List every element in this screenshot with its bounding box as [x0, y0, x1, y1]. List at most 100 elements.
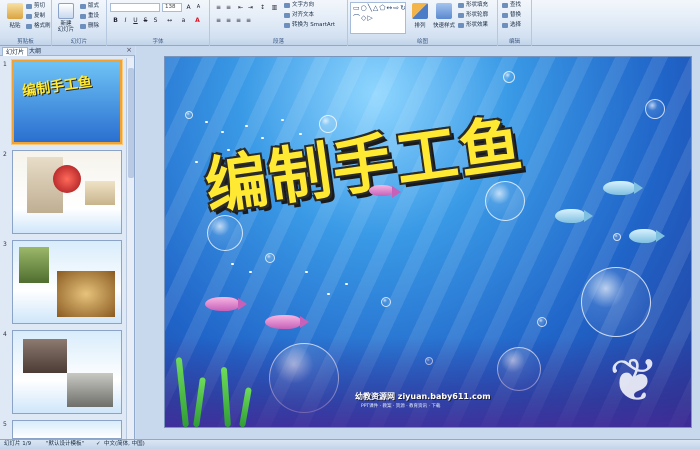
- slide-editor: 编制手工鱼 ❦ 幼教资源网 ziyuan.baby611.com PPT课件 ·…: [136, 46, 700, 439]
- tab-slides[interactable]: 幻灯片: [2, 47, 29, 56]
- slide-thumbnail-2[interactable]: [12, 150, 122, 234]
- thumb-photo: [19, 247, 49, 283]
- slide-thumbnail-3[interactable]: [12, 240, 122, 324]
- format-painter-button[interactable]: 格式刷: [26, 22, 51, 31]
- font-group: 138 A A B I U S S ↔ a A 字体: [107, 0, 210, 46]
- spell-check-icon[interactable]: ✓: [96, 440, 101, 449]
- grow-font-button[interactable]: A: [184, 3, 193, 12]
- close-panel-icon[interactable]: ×: [126, 46, 132, 54]
- bubble: [381, 297, 391, 307]
- justify-button[interactable]: ≡: [244, 16, 253, 25]
- blue-fish: [555, 209, 593, 223]
- blue-fish: [603, 181, 643, 195]
- bubble: [503, 71, 515, 83]
- slides-panel: 幻灯片 大纲 × 1 编制手工鱼 2 3 4 5: [0, 46, 135, 439]
- arrange-button[interactable]: 排列: [410, 3, 430, 33]
- font-name-combo[interactable]: [110, 3, 160, 12]
- line-spacing-button[interactable]: ↕: [258, 3, 267, 12]
- strikethrough-button[interactable]: S: [141, 16, 150, 25]
- text-direction-button[interactable]: 文字方向: [284, 1, 314, 10]
- slide-thumbnail-5[interactable]: [12, 420, 122, 439]
- replace-button[interactable]: 替换: [502, 11, 521, 20]
- slide-number-5: 5: [3, 421, 7, 428]
- group-label-paragraph: 段落: [210, 37, 347, 45]
- coral-icon: ❦: [608, 346, 660, 416]
- convert-smartart-button[interactable]: 转换为 SmartArt: [284, 21, 335, 30]
- bullets-button[interactable]: ≡: [214, 3, 223, 12]
- bubble: [537, 317, 547, 327]
- thumb-photo: [85, 181, 115, 205]
- paste-button[interactable]: 粘贴: [4, 3, 26, 33]
- shape-effects-button[interactable]: 形状效果: [458, 21, 488, 30]
- cut-button[interactable]: 剪切: [26, 2, 45, 11]
- new-slide-button[interactable]: 新建 幻灯片: [56, 3, 76, 33]
- slide-thumbnail-4[interactable]: [12, 330, 122, 414]
- font-color-button[interactable]: A: [193, 16, 202, 25]
- reset-button[interactable]: 重设: [80, 12, 99, 21]
- thumb-photo: [67, 373, 113, 407]
- layout-button[interactable]: 版式: [80, 2, 99, 11]
- character-spacing-button[interactable]: ↔: [165, 16, 174, 25]
- align-center-button[interactable]: ≡: [224, 16, 233, 25]
- small-fish: [231, 263, 234, 265]
- group-label-editing: 编辑: [498, 37, 531, 45]
- font-size-combo[interactable]: 138: [162, 3, 182, 12]
- shape-outline-button[interactable]: 形状轮廓: [458, 11, 488, 20]
- slide-number-3: 3: [3, 241, 7, 248]
- small-fish: [281, 119, 284, 121]
- slides-group: 新建 幻灯片 版式 重设 删除 幻灯片: [52, 0, 107, 46]
- align-right-button[interactable]: ≡: [234, 16, 243, 25]
- watermark: 幼教资源网 ziyuan.baby611.com: [355, 392, 491, 401]
- copy-button[interactable]: 复制: [26, 12, 45, 21]
- group-label-drawing: 绘图: [348, 37, 497, 45]
- theme-name: "默认设计模板": [46, 441, 85, 447]
- select-button[interactable]: 选择: [502, 21, 521, 30]
- slide-canvas[interactable]: 编制手工鱼 ❦ 幼教资源网 ziyuan.baby611.com PPT课件 ·…: [164, 56, 692, 428]
- small-fish: [221, 131, 224, 133]
- editing-group: 查找 替换 选择 编辑: [498, 0, 532, 46]
- group-label-clipboard: 剪贴板: [0, 37, 51, 45]
- thumb-photo: [23, 339, 67, 373]
- quick-styles-button[interactable]: 快速样式: [432, 3, 456, 33]
- status-bar: 幻灯片 1/9 "默认设计模板" ✓ 中文(简体, 中国): [0, 439, 700, 449]
- change-case-button[interactable]: a: [179, 16, 188, 25]
- find-button[interactable]: 查找: [502, 1, 521, 10]
- columns-button[interactable]: ▥: [270, 3, 279, 12]
- group-label-slides: 幻灯片: [52, 37, 106, 45]
- bubble: [581, 267, 651, 337]
- tab-outline[interactable]: 大纲: [26, 47, 44, 56]
- decrease-indent-button[interactable]: ⇤: [236, 3, 245, 12]
- underline-button[interactable]: U: [131, 16, 140, 25]
- pink-fish: [205, 297, 247, 311]
- panel-scrollbar[interactable]: [126, 58, 134, 439]
- paragraph-group: ≡ ≡ ⇤ ⇥ ↕ ▥ ≡ ≡ ≡ ≡ 文字方向 对齐文本 转换为 SmartA…: [210, 0, 348, 46]
- slide-number-1: 1: [3, 61, 7, 68]
- shadow-button[interactable]: S: [151, 16, 160, 25]
- shrink-font-button[interactable]: A: [194, 3, 203, 12]
- language-indicator: 中文(简体, 中国): [104, 441, 145, 447]
- small-fish: [345, 283, 348, 285]
- pink-fish: [369, 185, 401, 198]
- slide-number-2: 2: [3, 151, 7, 158]
- align-text-button[interactable]: 对齐文本: [284, 11, 314, 20]
- shape-fill-button[interactable]: 形状填充: [458, 1, 488, 10]
- shapes-gallery[interactable]: ▭○╲△⬠↔⇨↻☆{}⌒◇▷: [350, 2, 406, 34]
- bold-button[interactable]: B: [111, 16, 120, 25]
- small-fish: [249, 271, 252, 273]
- thumb-photo: [53, 165, 81, 193]
- slide-thumbnail-1[interactable]: 编制手工鱼: [12, 60, 122, 144]
- numbering-button[interactable]: ≡: [224, 3, 233, 12]
- delete-slide-button[interactable]: 删除: [80, 22, 99, 31]
- watermark-subtitle: PPT课件 · 教案 · 资源 · 教育资讯 · 下载: [361, 404, 441, 409]
- blue-fish: [629, 229, 665, 243]
- scrollbar-thumb[interactable]: [128, 68, 134, 178]
- paste-icon: [7, 3, 23, 19]
- increase-indent-button[interactable]: ⇥: [246, 3, 255, 12]
- bubble: [645, 99, 665, 119]
- align-left-button[interactable]: ≡: [214, 16, 223, 25]
- italic-button[interactable]: I: [121, 16, 130, 25]
- panel-tabs: 幻灯片 大纲 ×: [0, 46, 135, 56]
- small-fish: [195, 161, 198, 163]
- pink-fish: [265, 315, 309, 329]
- slide-number-4: 4: [3, 331, 7, 338]
